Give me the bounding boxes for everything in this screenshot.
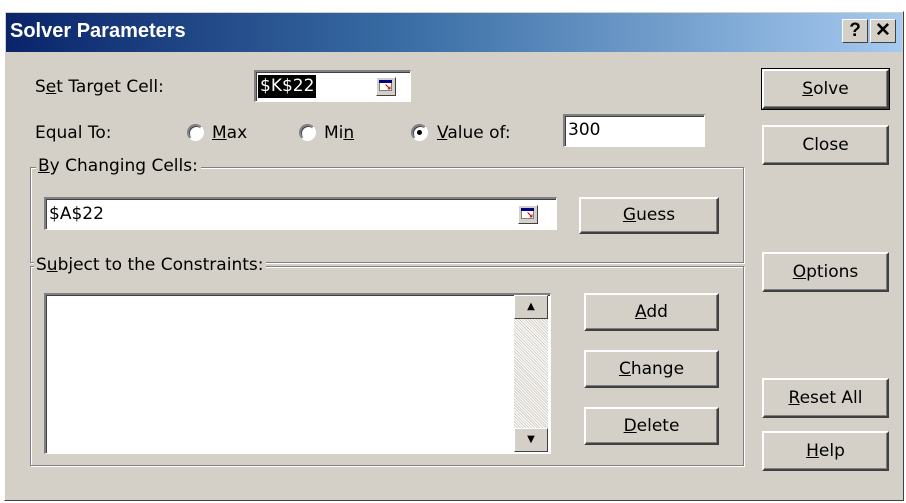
max-radio[interactable] [187, 124, 204, 141]
close-button[interactable]: Close [762, 125, 889, 165]
guess-button[interactable]: Guess [579, 197, 719, 234]
value-of-radio[interactable] [411, 124, 428, 141]
help-button[interactable]: Help [762, 431, 889, 471]
scroll-down-icon[interactable]: ▼ [514, 428, 548, 452]
constraints-list[interactable]: ▲ ▼ [44, 293, 551, 454]
options-button[interactable]: Options [762, 252, 889, 292]
reset-all-button[interactable]: Reset All [762, 378, 889, 418]
value-of-input[interactable]: 300 [563, 114, 705, 147]
min-radio[interactable] [299, 124, 316, 141]
constraints-label: Subject to the Constraints: [34, 255, 267, 275]
range-select-icon[interactable]: ↘ [518, 205, 538, 224]
help-icon[interactable]: ? [842, 19, 868, 43]
add-button[interactable]: Add [584, 293, 719, 331]
target-cell-input[interactable]: $K$22 ↘ [254, 70, 411, 102]
changing-cells-input[interactable]: $A$22 ↘ [44, 197, 557, 230]
equal-to-label: Equal To: [35, 123, 112, 143]
changing-cells-value: $A$22 [49, 204, 104, 224]
range-select-icon[interactable]: ↘ [376, 77, 396, 96]
scroll-up-icon[interactable]: ▲ [514, 295, 548, 319]
window-title: Solver Parameters [10, 20, 186, 42]
change-button[interactable]: Change [584, 350, 719, 388]
target-cell-label: Set Target Cell: [35, 77, 164, 97]
target-cell-value: $K$22 [258, 75, 317, 98]
value-of-value: 300 [568, 120, 601, 140]
min-radio-label[interactable]: Min [324, 123, 354, 143]
solve-button[interactable]: Solve [761, 68, 890, 110]
value-of-label[interactable]: Value of: [437, 123, 511, 143]
changing-cells-label: By Changing Cells: [36, 156, 201, 176]
radio-selected-dot [417, 130, 422, 135]
delete-button[interactable]: Delete [584, 407, 719, 445]
close-icon[interactable]: ✕ [870, 19, 896, 43]
max-radio-label[interactable]: Max [212, 123, 247, 143]
